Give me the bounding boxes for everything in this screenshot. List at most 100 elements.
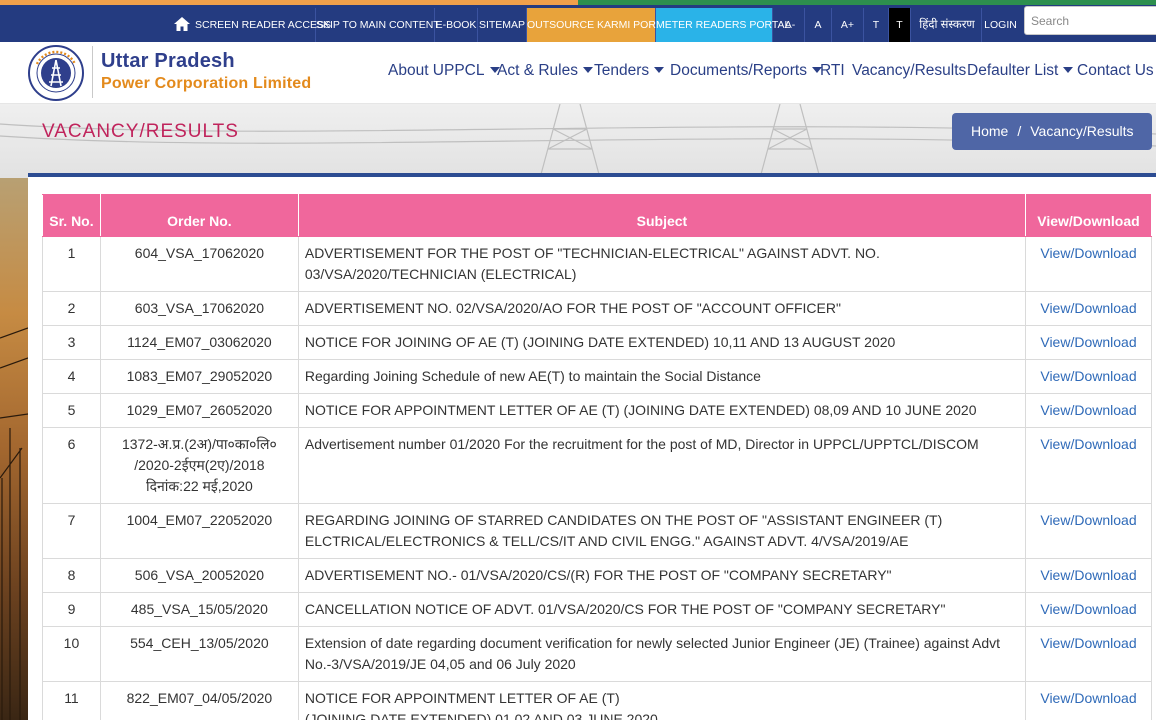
nav-documents-reports[interactable]: Documents/Reports bbox=[670, 62, 822, 80]
view-download-link[interactable]: View/Download bbox=[1040, 436, 1136, 452]
theme-light-button[interactable]: T bbox=[864, 8, 889, 42]
subject-cell: REGARDING JOINING OF STARRED CANDIDATES … bbox=[297, 503, 1026, 559]
download-cell: View/Download bbox=[1024, 592, 1153, 627]
nav-vacancy-results-label: Vacancy/Results bbox=[852, 62, 967, 79]
column-header-order-no: Order No. bbox=[99, 194, 299, 237]
download-cell: View/Download bbox=[1024, 236, 1153, 292]
view-download-link[interactable]: View/Download bbox=[1040, 300, 1136, 316]
nav-contact-us[interactable]: Contact Us bbox=[1077, 62, 1156, 80]
nav-rti-label: RTI bbox=[820, 62, 845, 79]
home-icon[interactable] bbox=[173, 15, 191, 33]
font-normal-button[interactable]: A bbox=[805, 8, 832, 42]
view-download-link[interactable]: View/Download bbox=[1040, 334, 1136, 350]
sr-no-cell: 10 bbox=[42, 626, 101, 682]
download-cell: View/Download bbox=[1024, 681, 1153, 720]
download-cell: View/Download bbox=[1024, 393, 1153, 428]
table-row: 8 506_VSA_20052020 ADVERTISEMENT NO.- 01… bbox=[42, 558, 1153, 593]
view-download-link[interactable]: View/Download bbox=[1040, 690, 1136, 706]
nav-contact-us-label: Contact Us bbox=[1077, 62, 1154, 79]
breadcrumb-current: Vacancy/Results bbox=[1030, 123, 1134, 139]
table-row: 11 822_EM07_04/05/2020 NOTICE FOR APPOIN… bbox=[42, 681, 1153, 720]
view-download-link[interactable]: View/Download bbox=[1040, 635, 1136, 651]
order-no-cell: 1372-अ.प्र.(2अ)/पा०का०लि० /2020-2ईएम(2ए)… bbox=[99, 427, 299, 504]
table-header-row: Sr. No. Order No. Subject View/Download bbox=[42, 194, 1153, 237]
download-cell: View/Download bbox=[1024, 626, 1153, 682]
sr-no-cell: 5 bbox=[42, 393, 101, 428]
logo-divider bbox=[92, 46, 93, 98]
sr-no-cell: 4 bbox=[42, 359, 101, 394]
view-download-link[interactable]: View/Download bbox=[1040, 368, 1136, 384]
download-cell: View/Download bbox=[1024, 427, 1153, 504]
download-cell: View/Download bbox=[1024, 503, 1153, 559]
subject-cell: CANCELLATION NOTICE OF ADVT. 01/VSA/2020… bbox=[297, 592, 1026, 627]
table-row: 1 604_VSA_17062020 ADVERTISEMENT FOR THE… bbox=[42, 236, 1153, 292]
nav-defaulter-list-label: Defaulter List bbox=[967, 62, 1059, 79]
sr-no-cell: 6 bbox=[42, 427, 101, 504]
subject-cell: ADVERTISEMENT FOR THE POST OF "TECHNICIA… bbox=[297, 236, 1026, 292]
table-row: 3 1124_EM07_03062020 NOTICE FOR JOINING … bbox=[42, 325, 1153, 360]
table-row: 9 485_VSA_15/05/2020 CANCELLATION NOTICE… bbox=[42, 592, 1153, 627]
font-increase-button[interactable]: A+ bbox=[832, 8, 864, 42]
order-no-cell: 604_VSA_17062020 bbox=[99, 236, 299, 292]
nav-defaulter-list[interactable]: Defaulter List bbox=[967, 62, 1074, 80]
skip-to-main-content-link[interactable]: SKIP TO MAIN CONTENT bbox=[316, 8, 440, 42]
sr-no-cell: 8 bbox=[42, 558, 101, 593]
order-no-cell: 1083_EM07_29052020 bbox=[99, 359, 299, 394]
logo-subtitle[interactable]: Power Corporation Limited bbox=[101, 75, 311, 93]
top-utility-bar: SCREEN READER ACCESS SKIP TO MAIN CONTEN… bbox=[0, 0, 1156, 42]
font-decrease-button[interactable]: A- bbox=[776, 8, 805, 42]
order-no-cell: 554_CEH_13/05/2020 bbox=[99, 626, 299, 682]
download-cell: View/Download bbox=[1024, 359, 1153, 394]
breadcrumb-home-link[interactable]: Home bbox=[971, 123, 1008, 139]
sr-no-cell: 7 bbox=[42, 503, 101, 559]
uppcl-logo-emblem[interactable] bbox=[27, 44, 85, 102]
table-row: 5 1029_EM07_26052020 NOTICE FOR APPOINTM… bbox=[42, 393, 1153, 428]
meter-readers-portal-link[interactable]: METER READERS PORTAL bbox=[656, 8, 790, 42]
nav-tenders[interactable]: Tenders bbox=[594, 62, 665, 80]
logo-title[interactable]: Uttar Pradesh bbox=[101, 50, 235, 73]
outsource-karmi-portal-link[interactable]: OUTSOURCE KARMI PORTAL bbox=[527, 8, 674, 42]
power-line-silhouette bbox=[0, 327, 28, 720]
nav-about-uppcl-label: About UPPCL bbox=[388, 62, 485, 79]
sr-no-cell: 11 bbox=[42, 681, 101, 720]
nav-about-uppcl[interactable]: About UPPCL bbox=[388, 62, 500, 80]
view-download-link[interactable]: View/Download bbox=[1040, 245, 1136, 261]
screen-reader-access-link[interactable]: SCREEN READER ACCESS bbox=[195, 8, 331, 42]
order-no-cell: 506_VSA_20052020 bbox=[99, 558, 299, 593]
sr-no-cell: 1 bbox=[42, 236, 101, 292]
view-download-link[interactable]: View/Download bbox=[1040, 601, 1136, 617]
subject-cell: NOTICE FOR APPOINTMENT LETTER OF AE (T) … bbox=[297, 393, 1026, 428]
order-no-cell: 1004_EM07_22052020 bbox=[99, 503, 299, 559]
column-header-sr-no: Sr. No. bbox=[42, 194, 101, 237]
sr-no-cell: 2 bbox=[42, 291, 101, 326]
theme-dark-button[interactable]: T bbox=[889, 8, 911, 42]
hindi-version-link[interactable]: हिंदी संस्करण bbox=[913, 8, 982, 42]
subject-cell: NOTICE FOR APPOINTMENT LETTER OF AE (T) … bbox=[297, 681, 1026, 720]
decorative-side-image bbox=[0, 178, 28, 720]
nav-act-rules[interactable]: Act & Rules bbox=[497, 62, 593, 80]
download-cell: View/Download bbox=[1024, 558, 1153, 593]
table-row: 10 554_CEH_13/05/2020 Extension of date … bbox=[42, 626, 1153, 682]
view-download-link[interactable]: View/Download bbox=[1040, 402, 1136, 418]
e-book-link[interactable]: E-BOOK bbox=[435, 8, 478, 42]
nav-vacancy-results[interactable]: Vacancy/Results bbox=[852, 62, 966, 80]
order-no-cell: 1029_EM07_26052020 bbox=[99, 393, 299, 428]
view-download-link[interactable]: View/Download bbox=[1040, 512, 1136, 528]
nav-tenders-label: Tenders bbox=[594, 62, 650, 79]
sitemap-link[interactable]: SITEMAP bbox=[478, 8, 527, 42]
login-link[interactable]: LOGIN bbox=[982, 8, 1019, 42]
sr-no-cell: 9 bbox=[42, 592, 101, 627]
nav-rti[interactable]: RTI bbox=[820, 62, 845, 80]
order-no-cell: 1124_EM07_03062020 bbox=[99, 325, 299, 360]
order-no-cell: 485_VSA_15/05/2020 bbox=[99, 592, 299, 627]
breadcrumb-separator: / bbox=[1017, 123, 1022, 139]
download-cell: View/Download bbox=[1024, 291, 1153, 326]
chevron-down-icon bbox=[582, 66, 593, 73]
page-banner: VACANCY/RESULTS Home / Vacancy/Results bbox=[0, 104, 1156, 178]
chevron-down-icon bbox=[654, 66, 665, 73]
search-input[interactable] bbox=[1024, 6, 1156, 35]
breadcrumb: Home / Vacancy/Results bbox=[952, 113, 1152, 150]
view-download-link[interactable]: View/Download bbox=[1040, 567, 1136, 583]
subject-cell: ADVERTISEMENT NO.- 01/VSA/2020/CS/(R) FO… bbox=[297, 558, 1026, 593]
table-row: 6 1372-अ.प्र.(2अ)/पा०का०लि० /2020-2ईएम(2… bbox=[42, 427, 1153, 504]
